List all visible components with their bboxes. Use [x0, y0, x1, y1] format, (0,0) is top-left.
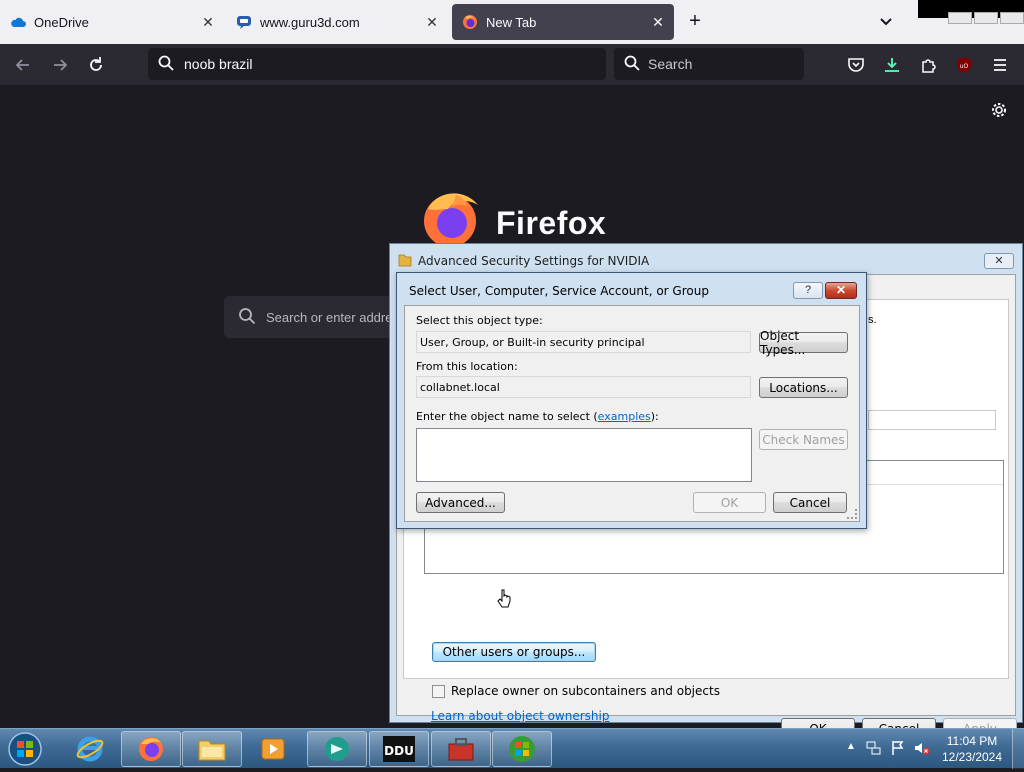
close-tab-icon[interactable]: ✕: [200, 14, 216, 30]
maximize-icon[interactable]: [974, 12, 998, 24]
advanced-button[interactable]: Advanced...: [416, 492, 505, 513]
gear-icon[interactable]: [990, 101, 1008, 119]
new-tab-plus-icon[interactable]: +: [684, 10, 706, 34]
object-type-label: Select this object type:: [416, 314, 543, 327]
select-user-dialog: Select User, Computer, Service Account, …: [396, 272, 867, 529]
replace-owner-checkbox-row[interactable]: Replace owner on subcontainers and objec…: [432, 684, 720, 698]
network-icon[interactable]: [866, 740, 882, 756]
tab-strip: OneDrive ✕ www.guru3d.com ✕ New Tab ✕ +: [0, 0, 1024, 44]
new-tab-search-placeholder[interactable]: Search or enter address: [266, 310, 394, 325]
ublock-origin-icon[interactable]: uO: [955, 56, 973, 74]
address-bar[interactable]: noob brazil: [148, 48, 606, 80]
windows-update-icon[interactable]: [492, 731, 552, 767]
window-title: Advanced Security Settings for NVIDIA: [418, 254, 650, 268]
dialog-body: Select this object type: User, Group, or…: [404, 305, 860, 522]
hamburger-menu-icon[interactable]: [991, 56, 1009, 74]
search-bar[interactable]: Search: [614, 48, 804, 80]
description-text: s.: [868, 314, 877, 326]
object-type-field: User, Group, or Built-in security princi…: [416, 331, 751, 353]
windows-taskbar: DDU ▲ 11:04 PM 12/23/2024: [0, 728, 1024, 769]
close-tab-icon[interactable]: ✕: [424, 14, 440, 30]
media-player-icon[interactable]: [243, 731, 303, 767]
search-icon: [238, 307, 256, 328]
chevron-down-icon[interactable]: [876, 12, 896, 32]
action-center-flag-icon[interactable]: [890, 740, 906, 756]
folder-icon: [398, 252, 412, 268]
search-bar-placeholder[interactable]: Search: [648, 56, 692, 72]
tab-label: OneDrive: [34, 14, 89, 30]
back-arrow-icon[interactable]: [14, 56, 32, 74]
teal-app-icon[interactable]: [307, 731, 367, 767]
address-bar-text[interactable]: noob brazil: [184, 56, 253, 72]
learn-about-ownership-link[interactable]: Learn about object ownership: [431, 709, 609, 723]
replace-owner-checkbox[interactable]: [432, 684, 445, 698]
show-desktop-button[interactable]: [1012, 729, 1024, 769]
navigation-toolbar: noob brazil Search uO: [0, 44, 1024, 85]
object-name-label: Enter the object name to select (example…: [416, 410, 659, 423]
window-caption-buttons[interactable]: [948, 12, 1024, 24]
tab-guru3d[interactable]: www.guru3d.com ✕: [226, 4, 448, 40]
tab-label: New Tab: [486, 14, 537, 30]
firefox-icon: [462, 14, 478, 30]
svg-text:DDU: DDU: [384, 744, 414, 758]
object-name-label-suffix: ):: [650, 410, 659, 423]
close-window-button[interactable]: ✕: [984, 253, 1014, 269]
dialog-title: Select User, Computer, Service Account, …: [409, 284, 709, 298]
forward-arrow-icon[interactable]: [51, 56, 69, 74]
cancel-button[interactable]: Cancel: [773, 492, 847, 513]
firefox-logo-icon: [420, 189, 486, 249]
firefox-wordmark: Firefox: [496, 205, 607, 241]
extensions-puzzle-icon[interactable]: [920, 56, 938, 74]
minimize-icon[interactable]: [948, 12, 972, 24]
svg-text:uO: uO: [960, 63, 969, 70]
check-names-button: Check Names: [759, 429, 848, 450]
pocket-icon[interactable]: [847, 56, 865, 74]
start-orb-icon[interactable]: [6, 731, 44, 767]
examples-link[interactable]: examples: [598, 410, 651, 423]
object-name-label-text: Enter the object name to select (: [416, 410, 598, 423]
reload-icon[interactable]: [87, 56, 105, 74]
location-field: collabnet.local: [416, 376, 751, 398]
close-tab-icon[interactable]: ✕: [650, 14, 666, 30]
current-owner-field: [868, 410, 996, 430]
internet-explorer-icon[interactable]: [60, 731, 120, 767]
guru3d-icon: [236, 14, 252, 30]
other-users-or-groups-button[interactable]: Other users or groups...: [432, 642, 596, 662]
ok-button: OK: [693, 492, 766, 513]
close-dialog-button[interactable]: ✕: [825, 282, 857, 299]
clock-time[interactable]: 11:04 PM: [940, 734, 1004, 748]
new-tab-search-box[interactable]: Search or enter address: [224, 296, 394, 338]
search-icon: [158, 55, 174, 74]
close-window-icon[interactable]: [1000, 12, 1024, 24]
system-tray: ▲ 11:04 PM 12/23/2024: [840, 729, 1024, 769]
onedrive-cloud-icon: [10, 14, 26, 30]
locations-button[interactable]: Locations...: [759, 377, 848, 398]
windows-explorer-icon[interactable]: [182, 731, 242, 767]
show-hidden-icons-icon[interactable]: ▲: [846, 741, 856, 752]
resize-grip[interactable]: [847, 509, 857, 519]
mouse-cursor-icon: [497, 589, 511, 609]
object-names-input[interactable]: [416, 428, 752, 482]
tab-label: www.guru3d.com: [260, 14, 360, 30]
help-button[interactable]: ?: [793, 282, 823, 299]
ddu-icon[interactable]: DDU: [369, 731, 429, 767]
replace-owner-label: Replace owner on subcontainers and objec…: [451, 684, 720, 698]
search-icon: [624, 55, 640, 74]
volume-muted-icon[interactable]: [914, 740, 930, 756]
tab-new-tab[interactable]: New Tab ✕: [452, 4, 674, 40]
toolbox-icon[interactable]: [431, 731, 491, 767]
firefox-taskbar-icon[interactable]: [121, 731, 181, 767]
clock-date[interactable]: 12/23/2024: [940, 750, 1004, 764]
location-label: From this location:: [416, 360, 518, 373]
downloads-icon[interactable]: [883, 56, 901, 74]
tab-onedrive[interactable]: OneDrive ✕: [0, 4, 224, 40]
object-types-button[interactable]: Object Types...: [759, 329, 848, 357]
